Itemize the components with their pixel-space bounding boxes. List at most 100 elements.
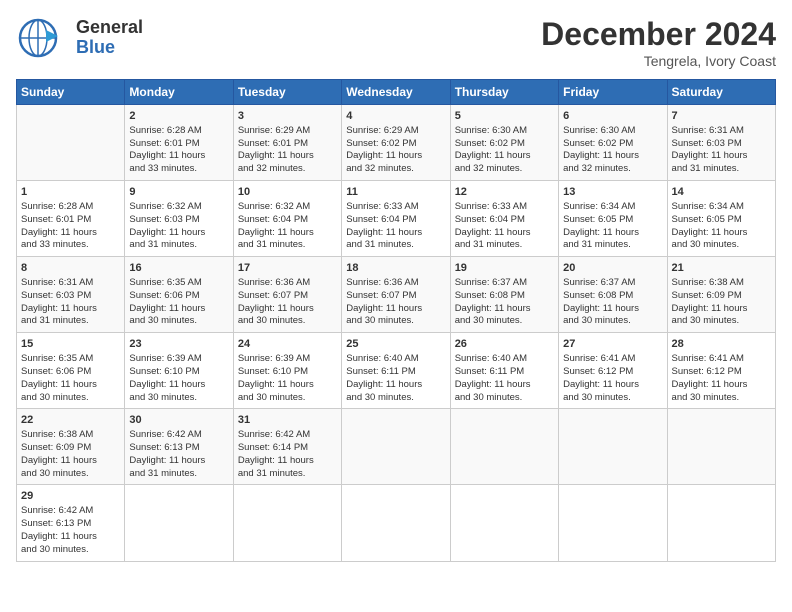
day-info: Sunset: 6:12 PM [563,366,662,379]
calendar-cell: 6Sunrise: 6:30 AMSunset: 6:02 PMDaylight… [559,105,667,181]
day-info: Sunset: 6:14 PM [238,442,337,455]
day-info: Daylight: 11 hours [455,303,554,316]
day-info: and 32 minutes. [563,163,662,176]
calendar-cell: 15Sunrise: 6:35 AMSunset: 6:06 PMDayligh… [17,333,125,409]
day-info: and 30 minutes. [238,315,337,328]
calendar-cell: 27Sunrise: 6:41 AMSunset: 6:12 PMDayligh… [559,333,667,409]
day-info: Sunrise: 6:30 AM [455,125,554,138]
day-number: 16 [129,261,228,276]
calendar-cell: 28Sunrise: 6:41 AMSunset: 6:12 PMDayligh… [667,333,775,409]
day-number: 4 [346,109,445,124]
day-number: 31 [238,413,337,428]
calendar-cell: 14Sunrise: 6:34 AMSunset: 6:05 PMDayligh… [667,181,775,257]
day-number: 17 [238,261,337,276]
day-number: 14 [672,185,771,200]
logo-general: General [76,18,143,38]
day-info: Sunrise: 6:33 AM [346,201,445,214]
calendar-cell: 4Sunrise: 6:29 AMSunset: 6:02 PMDaylight… [342,105,450,181]
header-tuesday: Tuesday [233,80,341,105]
day-info: Daylight: 11 hours [238,227,337,240]
calendar-cell: 20Sunrise: 6:37 AMSunset: 6:08 PMDayligh… [559,257,667,333]
calendar-subtitle: Tengrela, Ivory Coast [541,53,776,69]
calendar-cell: 23Sunrise: 6:39 AMSunset: 6:10 PMDayligh… [125,333,233,409]
day-info: Sunrise: 6:42 AM [238,429,337,442]
day-number: 9 [129,185,228,200]
calendar-cell: 24Sunrise: 6:39 AMSunset: 6:10 PMDayligh… [233,333,341,409]
calendar-cell: 13Sunrise: 6:34 AMSunset: 6:05 PMDayligh… [559,181,667,257]
calendar-cell [342,409,450,485]
day-info: and 30 minutes. [21,544,120,557]
day-info: Daylight: 11 hours [129,379,228,392]
day-info: Sunset: 6:04 PM [238,214,337,227]
day-info: Sunrise: 6:32 AM [129,201,228,214]
calendar-cell [17,105,125,181]
day-info: and 31 minutes. [129,239,228,252]
day-info: Sunrise: 6:37 AM [455,277,554,290]
day-info: Sunset: 6:08 PM [563,290,662,303]
calendar-cell: 16Sunrise: 6:35 AMSunset: 6:06 PMDayligh… [125,257,233,333]
calendar-cell [559,409,667,485]
day-info: Sunrise: 6:33 AM [455,201,554,214]
day-info: Daylight: 11 hours [455,379,554,392]
day-info: Daylight: 11 hours [455,227,554,240]
day-info: Sunset: 6:01 PM [21,214,120,227]
day-number: 11 [346,185,445,200]
day-number: 29 [21,489,120,504]
calendar-week-0: 2Sunrise: 6:28 AMSunset: 6:01 PMDaylight… [17,105,776,181]
day-info: Sunset: 6:02 PM [455,138,554,151]
day-info: and 30 minutes. [563,392,662,405]
day-number: 7 [672,109,771,124]
day-info: Sunset: 6:09 PM [21,442,120,455]
day-number: 30 [129,413,228,428]
day-info: Sunset: 6:12 PM [672,366,771,379]
day-info: Sunset: 6:05 PM [563,214,662,227]
logo: General Blue [16,16,143,60]
day-info: and 30 minutes. [129,392,228,405]
day-info: Sunset: 6:01 PM [238,138,337,151]
calendar-cell: 12Sunrise: 6:33 AMSunset: 6:04 PMDayligh… [450,181,558,257]
day-number: 15 [21,337,120,352]
day-info: and 30 minutes. [455,315,554,328]
day-number: 12 [455,185,554,200]
day-info: Daylight: 11 hours [346,379,445,392]
day-info: Daylight: 11 hours [21,531,120,544]
day-info: Sunset: 6:06 PM [129,290,228,303]
day-number: 24 [238,337,337,352]
day-info: Daylight: 11 hours [129,150,228,163]
day-info: Sunset: 6:11 PM [346,366,445,379]
day-info: Sunrise: 6:36 AM [346,277,445,290]
calendar-cell [450,485,558,561]
header-wednesday: Wednesday [342,80,450,105]
day-info: Sunset: 6:07 PM [238,290,337,303]
day-info: Sunrise: 6:32 AM [238,201,337,214]
calendar-cell: 2Sunrise: 6:28 AMSunset: 6:01 PMDaylight… [125,105,233,181]
day-info: Sunset: 6:05 PM [672,214,771,227]
calendar-cell: 17Sunrise: 6:36 AMSunset: 6:07 PMDayligh… [233,257,341,333]
calendar-cell [125,485,233,561]
day-info: and 31 minutes. [238,239,337,252]
calendar-cell: 5Sunrise: 6:30 AMSunset: 6:02 PMDaylight… [450,105,558,181]
day-info: and 31 minutes. [563,239,662,252]
day-info: Daylight: 11 hours [238,303,337,316]
logo-globe-icon [16,16,60,60]
day-number: 5 [455,109,554,124]
day-number: 19 [455,261,554,276]
day-number: 18 [346,261,445,276]
day-info: Sunrise: 6:28 AM [21,201,120,214]
day-info: and 31 minutes. [129,468,228,481]
day-info: Sunrise: 6:36 AM [238,277,337,290]
day-info: Daylight: 11 hours [129,227,228,240]
day-number: 2 [129,109,228,124]
logo-text: General Blue [76,18,143,58]
calendar-week-5: 29Sunrise: 6:42 AMSunset: 6:13 PMDayligh… [17,485,776,561]
day-info: Sunrise: 6:39 AM [238,353,337,366]
day-info: Sunset: 6:06 PM [21,366,120,379]
day-info: Sunset: 6:03 PM [672,138,771,151]
calendar-cell [233,485,341,561]
day-info: Sunrise: 6:38 AM [672,277,771,290]
day-info: Daylight: 11 hours [238,455,337,468]
header-thursday: Thursday [450,80,558,105]
day-info: Sunset: 6:13 PM [129,442,228,455]
header-monday: Monday [125,80,233,105]
calendar-cell [559,485,667,561]
